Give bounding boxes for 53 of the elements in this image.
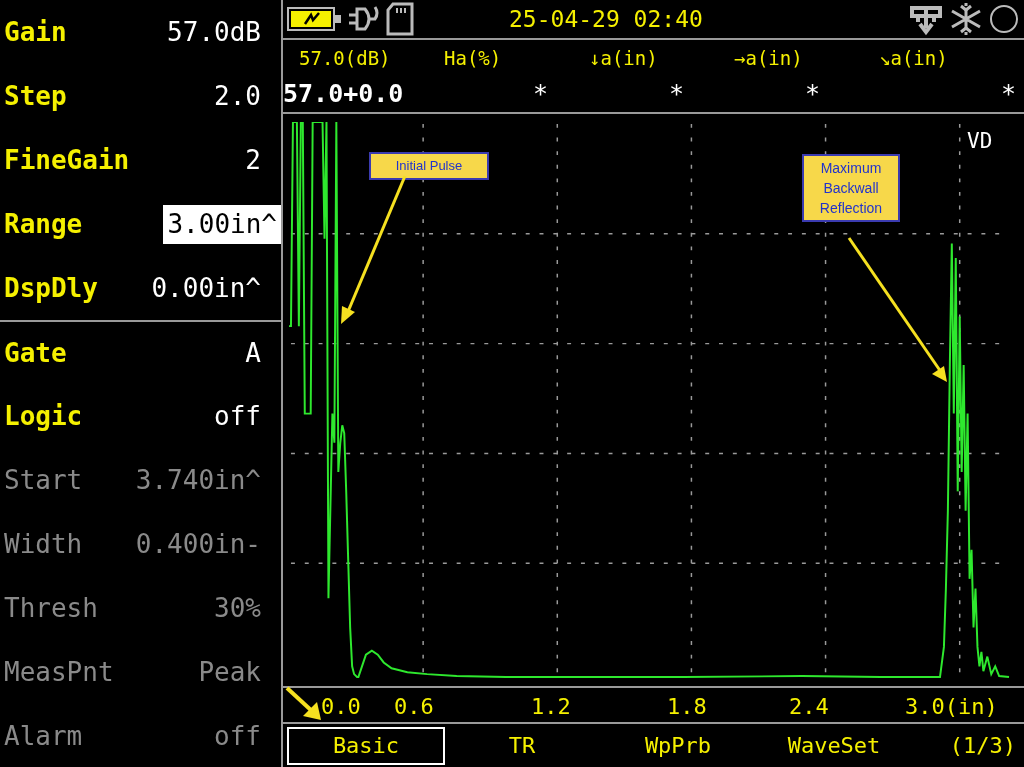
parameter-value[interactable]: off	[210, 716, 281, 756]
parameter-value[interactable]: Peak	[194, 652, 281, 692]
reading-label: ↓a(in)	[589, 45, 659, 71]
parameter-label: Range	[4, 207, 83, 241]
parameter-value[interactable]: 57.0dB	[163, 12, 281, 52]
parameter-value[interactable]: 3.740in^	[131, 460, 281, 500]
reading-value: *	[533, 78, 550, 111]
parameter-label: Gain	[4, 15, 67, 49]
parameter-value[interactable]: 0.400in-	[131, 524, 281, 564]
page-indicator: (1/3)	[949, 732, 1016, 760]
reading-value: *	[1000, 78, 1016, 111]
callout-label: Initial Pulse	[369, 152, 489, 180]
parameter-label: Step	[4, 79, 67, 113]
mode-label: VD	[967, 128, 993, 155]
menu-tab[interactable]: WaveSet	[755, 726, 913, 765]
battery-charging-icon	[287, 6, 343, 32]
axis-tick-label: 2.4	[789, 693, 829, 721]
parameter-value[interactable]: 2.0	[210, 76, 281, 116]
reading-value: *	[805, 78, 822, 111]
parameter-label: Start	[4, 463, 83, 497]
parameter-value[interactable]: 0.00in^	[147, 268, 281, 308]
parameter-value[interactable]: 3.00in^	[163, 204, 281, 244]
reading-label: ↘a(in)	[879, 45, 949, 71]
axis-tick-label: 0.0	[321, 693, 361, 721]
circle-icon	[988, 3, 1020, 35]
axis-tick-label: 1.2	[531, 693, 571, 721]
parameter-label: DspDly	[4, 271, 98, 305]
date-time: 25-04-29 02:40	[509, 4, 703, 34]
parameter-label: Thresh	[4, 591, 98, 625]
menu-tab[interactable]: TR	[443, 726, 601, 765]
parameter-value[interactable]: A	[241, 333, 281, 373]
parameter-label: Gate	[4, 336, 67, 370]
parameter-label: Width	[4, 527, 83, 561]
parameter-label: Logic	[4, 399, 83, 433]
callout-label: Maximum Backwall Reflection	[802, 154, 900, 222]
parameter-value[interactable]: 2	[241, 140, 281, 180]
parameter-label: MeasPnt	[4, 655, 114, 689]
reading-label: →a(in)	[734, 45, 804, 71]
menu-tab[interactable]: Basic	[287, 726, 445, 765]
arrow-icon	[339, 174, 409, 326]
axis-tick-label: 3.0(in)	[905, 693, 998, 721]
axis-tick-label: 0.6	[394, 693, 434, 721]
parameter-label: Alarm	[4, 719, 83, 753]
parameter-label: FineGain	[4, 143, 130, 177]
parameter-value[interactable]: off	[210, 396, 281, 436]
reading-value: *	[669, 78, 686, 111]
sd-card-icon	[385, 2, 415, 36]
menu-tab[interactable]: WpPrb	[599, 726, 757, 765]
axis-tick-label: 1.8	[667, 693, 707, 721]
parameter-value[interactable]: 30%	[210, 588, 281, 628]
reading-value: 57.0+0.0	[283, 78, 405, 111]
reading-label: Ha(%)	[444, 45, 503, 71]
reading-label: 57.0(dB)	[299, 45, 392, 71]
